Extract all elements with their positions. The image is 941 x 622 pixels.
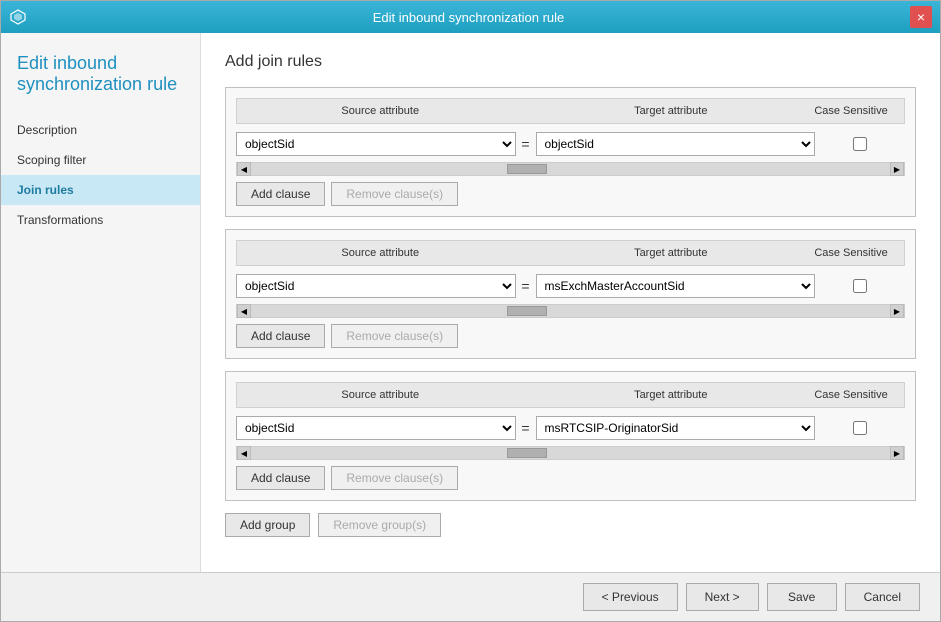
group3-source-select[interactable]: objectSid (236, 416, 516, 440)
group2-equals: = (516, 278, 536, 294)
group3-scroll-left[interactable]: ◀ (237, 446, 251, 460)
group3-add-clause-button[interactable]: Add clause (236, 466, 325, 490)
add-group-button[interactable]: Add group (225, 513, 310, 537)
footer: < Previous Next > Save Cancel (1, 572, 940, 621)
main-content: Add join rules Source attribute Target a… (201, 33, 940, 572)
group1-case-check (815, 137, 905, 151)
group3-case-label: Case Sensitive (806, 389, 896, 401)
group3-header: Source attribute Target attribute Case S… (236, 382, 905, 408)
next-button[interactable]: Next > (686, 583, 759, 611)
group2-source-label: Source attribute (245, 247, 516, 259)
window-title: Edit inbound synchronization rule (27, 10, 910, 25)
group1-equals: = (516, 136, 536, 152)
group3-target-label: Target attribute (536, 389, 807, 401)
section-title: Add join rules (225, 53, 916, 71)
group1-header: Source attribute Target attribute Case S… (236, 98, 905, 124)
join-group-3: Source attribute Target attribute Case S… (225, 371, 916, 501)
previous-button[interactable]: < Previous (583, 583, 678, 611)
group1-target-select[interactable]: objectSid (536, 132, 816, 156)
close-button[interactable]: × (910, 6, 932, 28)
group2-case-check (815, 279, 905, 293)
group1-btn-row: Add clause Remove clause(s) (236, 182, 905, 206)
sidebar: Edit inbound synchronization rule Descri… (1, 33, 201, 572)
group3-remove-clauses-button[interactable]: Remove clause(s) (331, 466, 458, 490)
group2-row-1: objectSid = msExchMasterAccountSid (236, 274, 905, 298)
group2-case-checkbox[interactable] (853, 279, 867, 293)
group2-scroll-right[interactable]: ▶ (890, 304, 904, 318)
group1-scroll-left[interactable]: ◀ (237, 162, 251, 176)
group2-scroll-thumb (507, 306, 547, 316)
sidebar-item-scoping-filter[interactable]: Scoping filter (1, 145, 200, 175)
page-heading: Edit inbound synchronization rule (1, 53, 200, 115)
group2-case-label: Case Sensitive (806, 247, 896, 259)
title-bar: Edit inbound synchronization rule × (1, 1, 940, 33)
group1-scroll-right[interactable]: ▶ (890, 162, 904, 176)
group3-scroll-thumb (507, 448, 547, 458)
group3-scroll-right[interactable]: ▶ (890, 446, 904, 460)
remove-groups-button[interactable]: Remove group(s) (318, 513, 441, 537)
group1-case-label: Case Sensitive (806, 105, 896, 117)
group1-row-1: objectSid = objectSid (236, 132, 905, 156)
group2-scroll-track[interactable] (251, 305, 890, 317)
group3-case-checkbox[interactable] (853, 421, 867, 435)
group1-target-label: Target attribute (536, 105, 807, 117)
group-btn-row: Add group Remove group(s) (225, 513, 916, 537)
group2-source-select[interactable]: objectSid (236, 274, 516, 298)
sidebar-item-join-rules[interactable]: Join rules (1, 175, 200, 205)
group3-case-check (815, 421, 905, 435)
group3-target-select[interactable]: msRTCSIP-OriginatorSid (536, 416, 816, 440)
group2-target-select[interactable]: msExchMasterAccountSid (536, 274, 816, 298)
group3-scroll-track[interactable] (251, 447, 890, 459)
group1-scroll-thumb (507, 164, 547, 174)
group2-btn-row: Add clause Remove clause(s) (236, 324, 905, 348)
group2-scroll-left[interactable]: ◀ (237, 304, 251, 318)
group1-add-clause-button[interactable]: Add clause (236, 182, 325, 206)
content-area: Edit inbound synchronization rule Descri… (1, 33, 940, 572)
group1-case-checkbox[interactable] (853, 137, 867, 151)
join-group-2: Source attribute Target attribute Case S… (225, 229, 916, 359)
group1-remove-clauses-button[interactable]: Remove clause(s) (331, 182, 458, 206)
group3-source-label: Source attribute (245, 389, 516, 401)
group3-scrollbar: ◀ ▶ (236, 446, 905, 460)
group2-header: Source attribute Target attribute Case S… (236, 240, 905, 266)
group2-target-label: Target attribute (536, 247, 807, 259)
group2-remove-clauses-button[interactable]: Remove clause(s) (331, 324, 458, 348)
group1-source-label: Source attribute (245, 105, 516, 117)
group3-btn-row: Add clause Remove clause(s) (236, 466, 905, 490)
main-window: Edit inbound synchronization rule × Edit… (0, 0, 941, 622)
window-icon (9, 8, 27, 26)
sidebar-item-description[interactable]: Description (1, 115, 200, 145)
group3-row-1: objectSid = msRTCSIP-OriginatorSid (236, 416, 905, 440)
group2-scrollbar: ◀ ▶ (236, 304, 905, 318)
cancel-button[interactable]: Cancel (845, 583, 920, 611)
group2-add-clause-button[interactable]: Add clause (236, 324, 325, 348)
group3-equals: = (516, 420, 536, 436)
join-group-1: Source attribute Target attribute Case S… (225, 87, 916, 217)
group1-scrollbar: ◀ ▶ (236, 162, 905, 176)
group1-source-select[interactable]: objectSid (236, 132, 516, 156)
save-button[interactable]: Save (767, 583, 837, 611)
sidebar-item-transformations[interactable]: Transformations (1, 205, 200, 235)
group1-scroll-track[interactable] (251, 163, 890, 175)
